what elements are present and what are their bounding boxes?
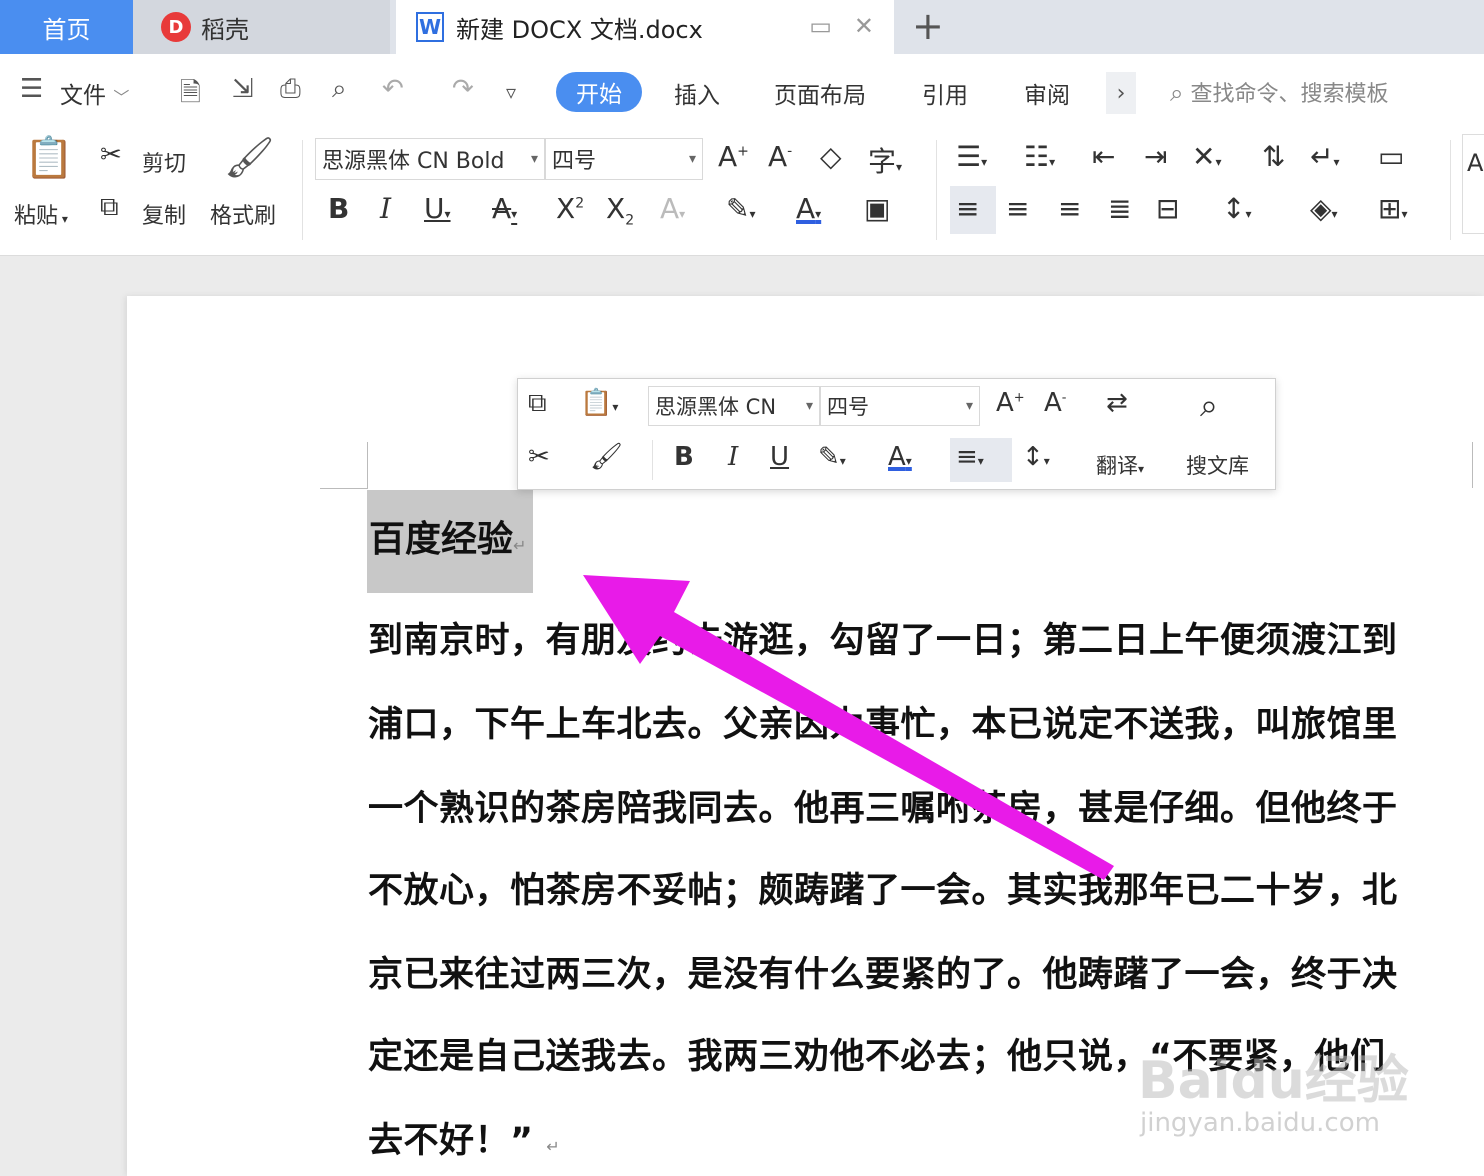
annotation-arrow [583,575,1114,880]
baidu-watermark-url: jingyan.baidu.com [1140,1108,1380,1138]
arrow-shape [583,575,1114,880]
baidu-watermark-logo: Baidu经验 [1138,1051,1409,1111]
